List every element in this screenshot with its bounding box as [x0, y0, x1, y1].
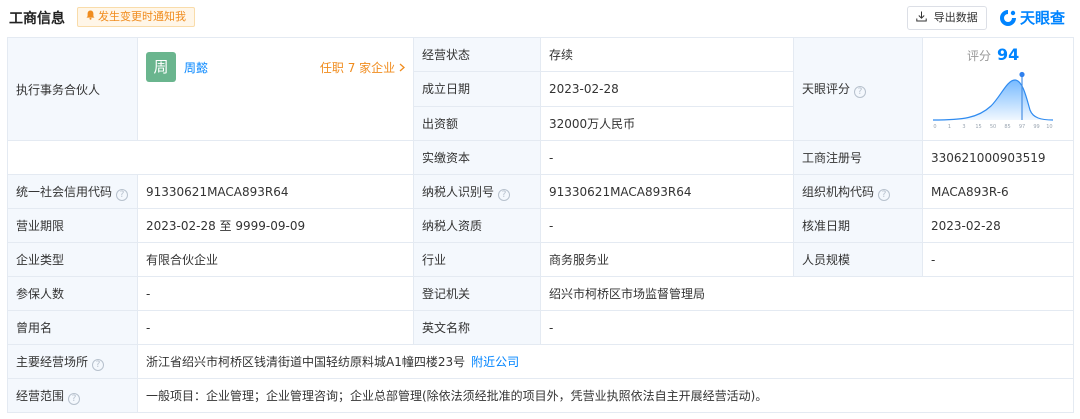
term-label: 营业期限: [7, 208, 138, 243]
org-code-label-cell: 组织机构代码?: [793, 174, 923, 209]
score-tick-label: 0: [933, 124, 936, 130]
business-info-table: 执行事务合伙人 周 周懿 任职 7 家企业 经营状态 存续 天眼评分? 评分 94: [7, 36, 1074, 413]
insured-label: 参保人数: [7, 276, 138, 311]
executive-partner-label: 执行事务合伙人: [7, 37, 138, 141]
help-icon[interactable]: ?: [92, 358, 105, 371]
executive-partner-cell: 周 周懿 任职 7 家企业: [137, 37, 414, 141]
score-cell: 评分 94 0 1 3 15 50 85 97 99 100: [922, 37, 1074, 141]
taxpayer-qual-value: -: [540, 208, 794, 243]
address-label-cell: 主要经营场所?: [7, 344, 138, 379]
capital-value: 32000万人民币: [540, 105, 794, 142]
score-head: 评分 94: [967, 45, 1019, 64]
help-icon[interactable]: ?: [878, 188, 891, 201]
score-tick-label: 15: [975, 124, 981, 130]
taxpayer-id-label: 纳税人识别号: [422, 184, 495, 199]
capital-label: 出资额: [413, 105, 541, 142]
export-label: 导出数据: [933, 11, 978, 24]
address-label: 主要经营场所: [16, 354, 89, 369]
founded-label: 成立日期: [413, 71, 541, 107]
section-title: 工商信息: [9, 11, 65, 27]
help-icon[interactable]: ?: [854, 86, 867, 98]
section-header: 工商信息 发生变更时通知我 导出数据 天眼查: [0, 0, 1080, 36]
score-tick-label: 50: [990, 124, 996, 130]
industry-value: 商务服务业: [540, 242, 794, 277]
english-label: 英文名称: [413, 310, 541, 345]
eye-logo-icon: [1000, 10, 1016, 26]
founded-value: 2023-02-28: [540, 71, 794, 107]
export-button[interactable]: 导出数据: [907, 6, 987, 30]
score-tick-label: 99: [1033, 124, 1039, 130]
score-label-cell: 天眼评分?: [793, 37, 923, 141]
score-label: 天眼评分: [802, 82, 851, 96]
status-label: 经营状态: [413, 36, 541, 73]
address-cell: 浙江省绍兴市柯桥区钱清街道中国轻纺原料城A1幢四楼23号 附近公司: [137, 344, 1074, 379]
authority-label: 登记机关: [413, 276, 541, 311]
scope-value: 一般项目：企业管理；企业管理咨询；企业总部管理(除依法须经批准的项目外，凭营业执…: [137, 378, 1074, 413]
tianyancha-logo: 天眼查: [998, 7, 1074, 29]
taxpayer-qual-label: 纳税人资质: [413, 208, 541, 243]
notify-button[interactable]: 发生变更时通知我: [77, 7, 195, 27]
industry-label: 行业: [413, 242, 541, 277]
paid-label: 实缴资本: [413, 140, 541, 175]
address-value: 浙江省绍兴市柯桥区钱清街道中国轻纺原料城A1幢四楼23号: [146, 355, 466, 369]
credit-code-value: 91330621MACA893R64: [137, 174, 414, 209]
authority-value: 绍兴市柯桥区市场监督管理局: [540, 276, 1074, 311]
score-marker-dot: [1019, 71, 1025, 78]
partner-name-link[interactable]: 周懿: [184, 59, 208, 76]
score-value: 94: [997, 45, 1020, 64]
score-curve-area: [933, 80, 1053, 120]
paid-value: -: [540, 140, 794, 175]
status-value: 存续: [540, 36, 794, 73]
staff-value: -: [922, 242, 1074, 277]
reg-no-label: 工商注册号: [793, 140, 923, 175]
score-tick-label: 3: [962, 124, 965, 130]
taxpayer-id-label-cell: 纳税人识别号?: [413, 174, 541, 209]
english-value: -: [540, 310, 1074, 345]
bell-icon: [86, 8, 95, 26]
logo-text: 天眼查: [1020, 9, 1066, 27]
tenure-label: 任职 7 家企业: [319, 61, 396, 75]
insured-value: -: [137, 276, 414, 311]
type-label: 企业类型: [7, 242, 138, 277]
download-icon: [916, 11, 934, 24]
blank-cell: [7, 140, 414, 175]
approve-value: 2023-02-28: [922, 208, 1074, 243]
score-tick-label: 100: [1046, 124, 1053, 130]
credit-code-label-cell: 统一社会信用代码?: [7, 174, 138, 209]
score-head-label: 评分: [967, 49, 992, 63]
credit-code-label: 统一社会信用代码: [16, 184, 113, 199]
help-icon[interactable]: ?: [68, 392, 81, 405]
former-value: -: [137, 310, 414, 345]
notify-label: 发生变更时通知我: [98, 10, 186, 23]
scope-label-cell: 经营范围?: [7, 378, 138, 413]
term-value: 2023-02-28 至 9999-09-09: [137, 208, 414, 243]
scope-label: 经营范围: [16, 388, 65, 403]
type-value: 有限合伙企业: [137, 242, 414, 277]
help-icon[interactable]: ?: [498, 188, 511, 201]
reg-no-value: 330621000903519: [922, 140, 1074, 175]
partner-avatar[interactable]: 周: [146, 52, 176, 82]
org-code-label: 组织机构代码: [802, 184, 875, 199]
nearby-companies-link[interactable]: 附近公司: [471, 355, 519, 369]
taxpayer-id-value: 91330621MACA893R64: [540, 174, 794, 209]
score-distribution-chart: 0 1 3 15 50 85 97 99 100: [933, 71, 1053, 130]
approve-label: 核准日期: [793, 208, 923, 243]
org-code-value: MACA893R-6: [922, 174, 1074, 209]
score-tick-label: 1: [948, 124, 951, 130]
help-icon[interactable]: ?: [116, 188, 129, 201]
tenure-link[interactable]: 任职 7 家企业: [320, 59, 405, 76]
score-tick-labels: 0 1 3 15 50 85 97 99 100: [933, 124, 1053, 130]
staff-label: 人员规模: [793, 242, 923, 277]
score-tick-label: 85: [1004, 124, 1010, 130]
former-label: 曾用名: [7, 310, 138, 345]
score-tick-label: 97: [1019, 124, 1025, 130]
chevron-right-icon: [395, 61, 405, 75]
